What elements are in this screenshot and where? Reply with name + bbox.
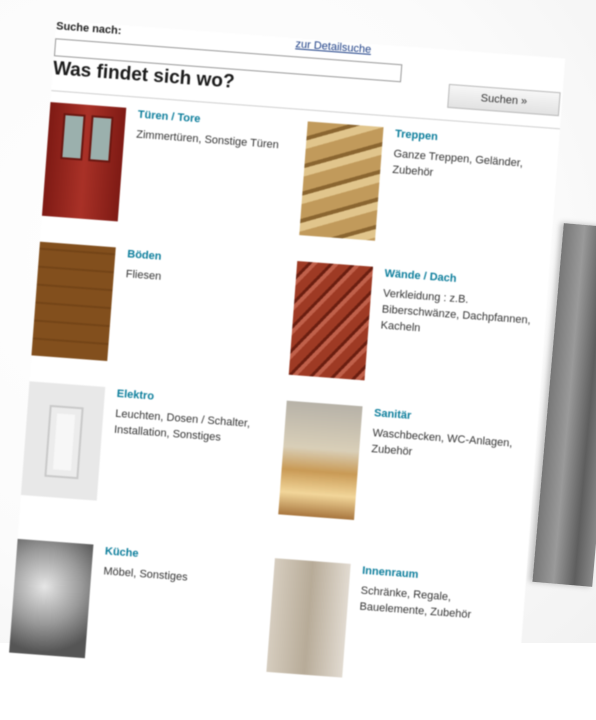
category-tueren-tore[interactable]: Türen / Tore Zimmertüren, Sonstige Türen — [40, 102, 300, 260]
category-description: Leuchten, Dosen / Schalter, Installation… — [113, 407, 251, 444]
roof-tiles-photo[interactable] — [288, 261, 374, 381]
category-description: Fliesen — [125, 268, 162, 283]
category-title[interactable]: Sanitär — [374, 407, 412, 422]
category-description: Zimmertüren, Sonstige Türen — [135, 128, 280, 152]
socket-photo[interactable] — [20, 381, 106, 501]
category-innenraum[interactable]: Innenraum Schränke, Regale, Bauelemente,… — [264, 558, 524, 716]
category-sanitaer[interactable]: Sanitär Waschbecken, WC-Anlagen, Zubehör — [276, 400, 536, 559]
category-boeden[interactable]: Böden Fliesen — [29, 241, 289, 400]
category-waende-dach[interactable]: Wände / Dach Verkleidung : z.B. Bibersch… — [287, 261, 547, 419]
category-title[interactable]: Innenraum — [362, 565, 419, 581]
category-title[interactable]: Türen / Tore — [137, 109, 200, 126]
category-description: Möbel, Sonstiges — [103, 565, 189, 584]
category-title[interactable]: Böden — [127, 248, 162, 263]
category-elektro[interactable]: Elektro Leuchten, Dosen / Schalter, Inst… — [19, 381, 279, 539]
floor-photo[interactable] — [31, 241, 116, 362]
category-title[interactable]: Elektro — [116, 388, 154, 403]
page-content: Suche nach: zur Detailsuche Suchen » Was… — [9, 20, 566, 678]
category-title[interactable]: Küche — [105, 545, 139, 559]
kitchen-photo[interactable] — [9, 538, 94, 659]
category-description: Waschbecken, WC-Anlagen, Zubehör — [370, 427, 513, 459]
category-description: Ganze Treppen, Geländer, Zubehör — [391, 147, 524, 179]
stairs-photo[interactable] — [299, 121, 384, 241]
door-photo[interactable] — [41, 102, 127, 222]
detail-search-link[interactable]: zur Detailsuche — [295, 38, 372, 56]
sanitary-photo[interactable] — [278, 400, 363, 521]
category-kueche[interactable]: Küche Möbel, Sonstiges — [7, 538, 267, 697]
search-button[interactable]: Suchen » — [447, 83, 561, 117]
category-treppen[interactable]: Treppen Ganze Treppen, Geländer, Zubehör — [297, 121, 557, 279]
category-description: Verkleidung : z.B. Biberschwänze, Dachpf… — [380, 287, 532, 335]
category-title[interactable]: Treppen — [395, 128, 439, 143]
search-label: Suche nach: — [55, 20, 122, 38]
interior-photo[interactable] — [266, 558, 351, 678]
printed-page: Suche nach: zur Detailsuche Suchen » Was… — [0, 0, 596, 678]
category-description: Schränke, Regale, Bauelemente, Zubehör — [359, 584, 472, 622]
